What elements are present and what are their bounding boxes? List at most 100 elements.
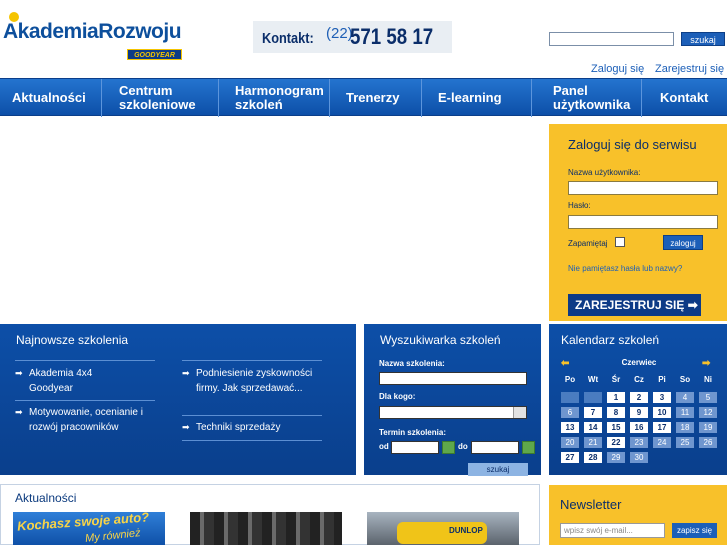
calendar-day[interactable]: 9: [630, 407, 648, 418]
nav-item-centrum[interactable]: Centrum szkoleniowe: [119, 79, 199, 117]
thumbnail-subline: My również: [84, 527, 142, 545]
news-thumbnail[interactable]: [190, 512, 342, 545]
newsletter-email-input[interactable]: wpisz swój e-mail...: [560, 523, 665, 538]
search-button[interactable]: szukaj: [681, 32, 725, 46]
calendar-icon[interactable]: [522, 441, 535, 454]
calendar-day[interactable]: 7: [584, 407, 602, 418]
news-thumbnail[interactable]: DUNLOP: [367, 512, 519, 545]
calendar-day[interactable]: 3: [653, 392, 671, 403]
latest-item[interactable]: ➡ Motywowanie, ocenianie i rozwój pracow…: [15, 405, 155, 451]
nav-divider: [218, 79, 219, 117]
calendar-panel: Kalendarz szkoleń ⬅ Czerwiec ➡ Po Wt Śr Cz P…: [549, 324, 727, 475]
calendar-day[interactable]: 14: [584, 422, 602, 433]
calendar-day[interactable]: 2: [630, 392, 648, 403]
calendar-icon[interactable]: [442, 441, 455, 454]
prev-month-icon[interactable]: ⬅: [561, 358, 569, 369]
calendar-day[interactable]: 27: [561, 452, 579, 463]
calendar-day[interactable]: 22: [607, 437, 625, 448]
calendar-day[interactable]: 5: [699, 392, 717, 403]
nav-item-trenerzy[interactable]: Trenerzy: [346, 79, 399, 117]
password-label: Hasło:: [568, 201, 591, 210]
date-to-input[interactable]: [471, 441, 519, 454]
calendar-day[interactable]: 6: [561, 407, 579, 418]
logo[interactable]: AkademiaRozwoju GOODYEAR: [3, 8, 183, 60]
divider: [15, 400, 155, 401]
calendar-day[interactable]: 1: [607, 392, 625, 403]
forgot-password-link[interactable]: Nie pamiętasz hasła lub nazwy?: [568, 264, 682, 273]
dropdown-icon[interactable]: [513, 407, 526, 418]
calendar-weekday: Śr: [611, 375, 621, 384]
calendar-day[interactable]: 24: [653, 437, 671, 448]
calendar-weekday: Po: [564, 375, 576, 384]
calendar-empty-cell: [699, 452, 717, 463]
arrow-icon: ➡: [182, 368, 190, 378]
calendar-day[interactable]: 26: [699, 437, 717, 448]
next-month-icon[interactable]: ➡: [702, 358, 710, 369]
login-submit-button[interactable]: zaloguj: [663, 235, 703, 250]
news-section: Aktualności Kochasz swoje auto? My równi…: [0, 484, 540, 545]
latest-item[interactable]: ➡ Podniesienie zyskowności firmy. Jak sp…: [182, 366, 322, 412]
newsletter-subscribe-button[interactable]: zapisz się: [672, 523, 717, 538]
password-input[interactable]: [568, 215, 718, 229]
calendar-day[interactable]: 13: [561, 422, 579, 433]
logo-wordmark: AkademiaRozwoju: [3, 20, 182, 43]
calendar-empty-cell: [653, 452, 671, 463]
nav-item-panel[interactable]: Panel użytkownika: [553, 79, 630, 117]
calendar-day[interactable]: 30: [630, 452, 648, 463]
username-input[interactable]: [568, 181, 718, 195]
news-thumbnail[interactable]: Kochasz swoje auto? My również: [13, 512, 165, 545]
calendar-day[interactable]: 8: [607, 407, 625, 418]
calendar-day[interactable]: 18: [676, 422, 694, 433]
divider: [182, 415, 322, 416]
calendar-day[interactable]: 11: [676, 407, 694, 418]
calendar-month: Czerwiec: [621, 358, 657, 367]
latest-title: Najnowsze szkolenia: [16, 333, 129, 347]
latest-trainings-panel: Najnowsze szkolenia ➡ Akademia 4x4 Goody…: [0, 324, 356, 475]
calendar-day[interactable]: 10: [653, 407, 671, 418]
calendar-weekday: Cz: [634, 375, 644, 384]
training-name-input[interactable]: [379, 372, 527, 385]
training-name-label: Nazwa szkolenia:: [379, 359, 445, 368]
calendar-day[interactable]: 23: [630, 437, 648, 448]
training-search-button[interactable]: szukaj: [468, 463, 528, 476]
calendar-day[interactable]: 4: [676, 392, 694, 403]
calendar-day[interactable]: 19: [699, 422, 717, 433]
date-to-label: do: [458, 442, 468, 451]
date-from-input[interactable]: [391, 441, 439, 454]
newsletter-title: Newsletter: [560, 497, 622, 512]
remember-checkbox[interactable]: [615, 237, 625, 247]
nav-divider: [531, 79, 532, 117]
calendar-day[interactable]: 20: [561, 437, 579, 448]
latest-item[interactable]: ➡ Techniki sprzedaży: [182, 420, 322, 435]
audience-select[interactable]: [379, 406, 527, 419]
nav-item-elearning[interactable]: E-learning: [438, 79, 502, 117]
calendar-weekday: Pi: [658, 375, 666, 384]
login-link[interactable]: Zaloguj się: [591, 63, 644, 75]
calendar-day[interactable]: 25: [676, 437, 694, 448]
calendar-title: Kalendarz szkoleń: [561, 333, 660, 347]
page: AkademiaRozwoju GOODYEAR Kontakt: (22) 5…: [0, 0, 727, 545]
login-panel: Zaloguj się do serwisu Nazwa użytkownika…: [549, 124, 727, 321]
remember-label: Zapamiętaj: [568, 239, 608, 248]
arrow-icon: ➡: [182, 422, 190, 432]
nav-item-harmonogram[interactable]: Harmonogram szkoleń: [235, 79, 325, 117]
latest-item[interactable]: ➡ Akademia 4x4 Goodyear: [15, 366, 155, 396]
register-button[interactable]: ZAREJESTRUJ SIĘ ➡: [568, 294, 701, 316]
divider: [15, 360, 155, 361]
calendar-day[interactable]: 12: [699, 407, 717, 418]
register-link[interactable]: Zarejestruj się: [655, 63, 724, 75]
divider: [182, 360, 322, 361]
nav-divider: [421, 79, 422, 117]
calendar-day[interactable]: 29: [607, 452, 625, 463]
calendar-empty-cell: [676, 452, 694, 463]
nav-item-kontakt[interactable]: Kontakt: [660, 79, 708, 117]
goodyear-badge: GOODYEAR: [127, 49, 182, 60]
search-input[interactable]: [549, 32, 674, 46]
calendar-day[interactable]: 17: [653, 422, 671, 433]
calendar-day[interactable]: 21: [584, 437, 602, 448]
calendar-weekday: So: [679, 375, 691, 384]
calendar-day[interactable]: 28: [584, 452, 602, 463]
calendar-day[interactable]: 15: [607, 422, 625, 433]
calendar-day[interactable]: 16: [630, 422, 648, 433]
nav-item-aktualnosci[interactable]: Aktualności: [12, 79, 86, 117]
